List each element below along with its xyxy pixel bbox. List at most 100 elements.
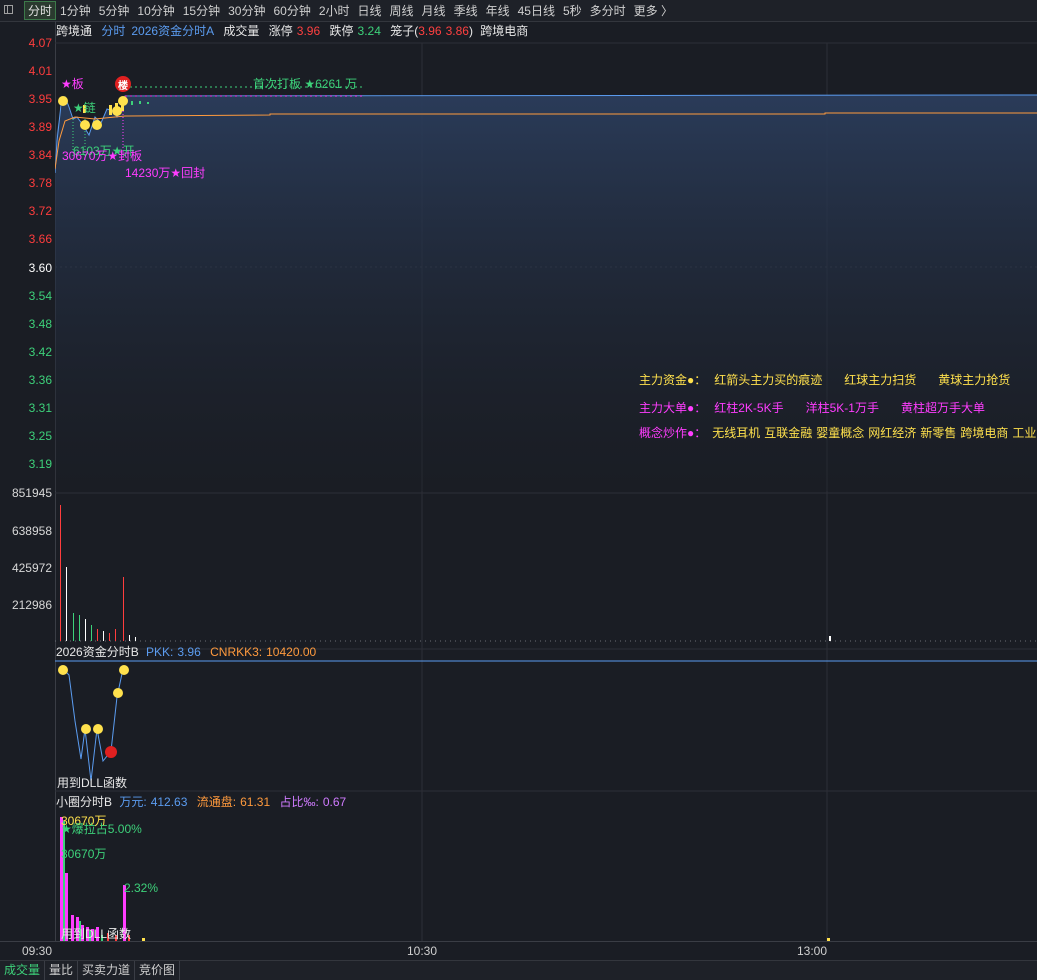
legend-item: 黄柱超万手大单	[900, 401, 985, 415]
volume-axis-label: 425972	[11, 561, 52, 575]
legend-item: 红箭头主力买的痕迹	[714, 373, 823, 387]
ratio-value: 0.67	[322, 795, 347, 809]
link-annotation: ★链	[73, 101, 96, 115]
pkk-value: 3.96	[177, 645, 201, 659]
panel-c-header: 小圈分时B 万元: 412.63 流通盘: 61.31 占比‰: 0.67	[56, 793, 352, 811]
panel-c-title[interactable]: 小圈分时B	[56, 795, 112, 809]
legend-title: 主力大单●：	[639, 401, 707, 415]
bottom-tab[interactable]: 竞价图	[135, 961, 181, 980]
cage-label: 笼子(	[390, 24, 419, 38]
bottom-tab[interactable]: 量比	[45, 961, 79, 980]
panel-b-title[interactable]: 2026资金分时B	[56, 645, 139, 659]
first-board-annotation: 首次打板 ★6261 万	[253, 77, 358, 91]
price-axis-label: 3.36	[28, 373, 52, 387]
panel-c-dll-note: 用到DLL函数	[61, 927, 132, 941]
period-tab[interactable]: 年线	[482, 2, 514, 19]
y-axis: 4.07 4.01 3.95 3.89 3.84 3.78 3.72 3.66 3.60 3.…	[0, 21, 56, 941]
price-axis-label: 3.72	[28, 204, 52, 218]
legend-big-orders: 主力大单●： 红柱2K-5K手 洋柱5K-1万手 黄柱超万手大单	[639, 399, 1029, 416]
period-tab[interactable]: 45日线	[514, 2, 559, 19]
period-toolbar: 分时 1分钟 5分钟 10分钟 15分钟 30分钟 60分钟 2小时 日线 周线 月线 季线 年线 45日…	[0, 0, 1037, 22]
stock-name[interactable]: 跨境通	[56, 24, 92, 38]
limit-down-label: 跌停	[329, 24, 354, 38]
float-value: 61.31	[240, 795, 271, 809]
period-tab[interactable]: 60分钟	[269, 2, 314, 19]
limit-up-label: 涨停	[268, 24, 293, 38]
wan-value: 412.63	[150, 795, 188, 809]
ratio-label: 占比‰:	[279, 795, 319, 809]
wan-label: 万元:	[119, 795, 147, 809]
legend-item: 无线耳机	[712, 426, 761, 440]
red-ball-icon	[105, 746, 117, 758]
time-label: 09:30	[22, 944, 53, 958]
legend-item: 跨境电商	[960, 426, 1009, 440]
price-axis-label: 4.01	[28, 64, 52, 78]
legend-item: 红柱2K-5K手	[714, 401, 784, 415]
cage-low: 3.96	[418, 24, 442, 38]
period-tab[interactable]: 季线	[450, 2, 482, 19]
period-tab[interactable]: 2小时	[315, 2, 354, 19]
period-tab[interactable]: 多分时	[586, 2, 630, 19]
legend-item: 互联金融	[764, 426, 813, 440]
price-axis-label: 3.78	[28, 176, 52, 190]
period-tab[interactable]: 日线	[354, 2, 386, 19]
cnrkk-value: 10420.00	[266, 645, 317, 659]
indicator-name[interactable]: 2026资金分时A	[131, 24, 214, 38]
price-axis-label: 3.95	[28, 92, 52, 106]
period-tab[interactable]: 更多 〉	[630, 2, 677, 19]
volume-axis-label: 851945	[11, 486, 52, 500]
legend-item: 黄球主力抢货	[938, 373, 1011, 387]
panel-c-pull: ★爆拉占5.00%	[61, 822, 142, 836]
price-axis-label: 3.89	[28, 120, 52, 134]
panel-c-bars	[60, 817, 830, 941]
panel-toggle-icon[interactable]	[4, 5, 13, 14]
volume-bars	[60, 505, 831, 641]
legend-item: 网红经济	[868, 426, 917, 440]
time-label: 10:30	[407, 944, 438, 958]
period-tab[interactable]: 分时	[24, 1, 57, 20]
volume-axis-label: 638958	[11, 524, 52, 538]
price-axis-label: 3.66	[28, 232, 52, 246]
reseal-annotation: 14230万★回封	[125, 166, 206, 180]
price-axis-mid: 3.60	[28, 261, 52, 275]
legend-title: 概念炒作●：	[639, 426, 707, 440]
cnrkk-label: CNRKK3:	[210, 645, 263, 659]
main-chart-header: 跨境通 分时 2026资金分时A 成交量 涨停 3.96 跌停 3.24 笼子(3.9…	[56, 22, 534, 40]
legend-item: 洋柱5K-1万手	[805, 401, 879, 415]
board-annotation: ★板	[61, 77, 84, 91]
pkk-label: PKK:	[146, 645, 174, 659]
bottom-indicator-tabs: 成交量 量比 买卖力道 竞价图	[0, 960, 1037, 980]
cage-high: 3.86	[445, 24, 469, 38]
price-axis-label: 3.84	[28, 148, 52, 162]
price-axis-label: 3.48	[28, 317, 52, 331]
limit-down-value: 3.24	[357, 24, 381, 38]
period-tab[interactable]: 5秒	[559, 2, 586, 19]
panel-b-dll-note: 用到DLL函数	[57, 776, 128, 790]
limit-up-value: 3.96	[296, 24, 321, 38]
volume-axis-label: 212986	[11, 598, 52, 612]
period-tab[interactable]: 15分钟	[179, 2, 224, 19]
period-tab[interactable]: 月线	[418, 2, 450, 19]
panel-c-amount-b: 30670万	[61, 847, 107, 861]
price-axis-label: 3.19	[28, 457, 52, 471]
panel-b-header: 2026资金分时B PKK: 3.96 CNRKK3: 10420.00	[56, 643, 322, 661]
bottom-tab[interactable]: 买卖力道	[78, 961, 136, 980]
price-axis-label: 3.31	[28, 401, 52, 415]
float-label: 流通盘:	[196, 795, 237, 809]
bottom-tab[interactable]: 成交量	[0, 961, 46, 980]
period-tab[interactable]: 1分钟	[56, 2, 95, 19]
period-tab[interactable]: 10分钟	[133, 2, 178, 19]
price-axis-label: 3.25	[28, 429, 52, 443]
legend-item: 红球主力扫货	[844, 373, 917, 387]
legend-main-funds: 主力资金●： 红箭头主力买的痕迹 红球主力扫货 黄球主力抢货	[639, 371, 1037, 388]
period-tab[interactable]: 5分钟	[95, 2, 134, 19]
period-tab[interactable]: 30分钟	[224, 2, 269, 19]
time-axis: 09:30 10:30 13:00	[0, 941, 1037, 960]
panel-c-percent: 2.32%	[124, 881, 159, 895]
period-tab[interactable]: 周线	[386, 2, 418, 19]
price-axis-label: 4.07	[28, 36, 52, 50]
time-label: 13:00	[797, 944, 828, 958]
legend-item: 婴童概念	[816, 426, 865, 440]
panel-b-line	[62, 668, 124, 782]
legend-title: 主力资金●：	[639, 373, 707, 387]
